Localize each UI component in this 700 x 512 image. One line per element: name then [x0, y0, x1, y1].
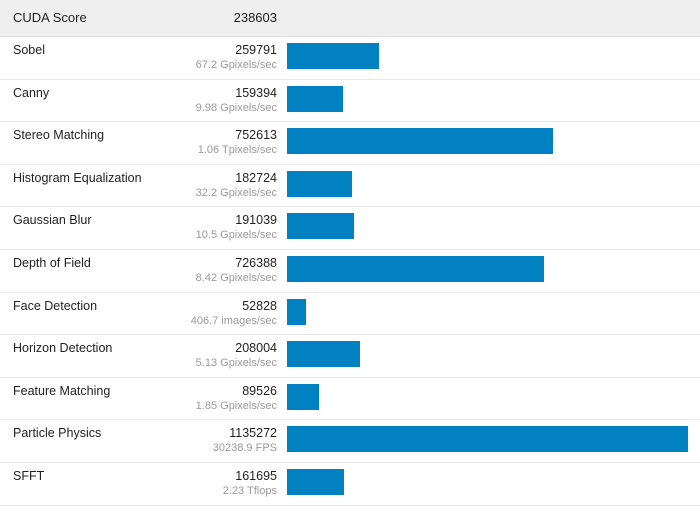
benchmark-bar [287, 85, 343, 112]
benchmark-rate: 67.2 Gpixels/sec [195, 59, 277, 71]
benchmark-row: Canny 159394 9.98 Gpixels/sec [0, 80, 700, 123]
benchmark-bar [287, 128, 553, 155]
benchmark-score: 259791 [235, 43, 277, 57]
cuda-score-header: CUDA Score 238603 [0, 0, 700, 37]
benchmark-rate: 8.42 Gpixels/sec [195, 271, 277, 284]
benchmark-row: Face Detection 52828 406.7 images/sec [0, 293, 700, 336]
benchmark-row: Horizon Detection 208004 5.13 Gpixels/sec [0, 335, 700, 378]
benchmark-bar [287, 43, 379, 69]
benchmark-row: Histogram Equalization 182724 32.2 Gpixels… [0, 165, 700, 208]
benchmark-row: Particle Physics 1135272 30238.9 FPS [0, 420, 700, 463]
benchmark-rate: 406.7 images/sec [190, 314, 277, 327]
benchmark-bar [287, 383, 319, 410]
benchmark-rate: 2.23 Tflops [222, 484, 277, 497]
benchmark-rate: 32.2 Gpixels/sec [195, 186, 277, 199]
benchmark-row: Stereo Matching 752613 1.06 Tpixels/sec [0, 122, 700, 165]
benchmark-row: Depth of Field 726388 8.42 Gpixels/sec [0, 250, 700, 293]
benchmark-rate: 30238.9 FPS [212, 442, 277, 455]
benchmark-row: Gaussian Blur 191039 10.5 Gpixels/sec [0, 207, 700, 250]
benchmark-score: 208004 [235, 341, 277, 356]
benchmark-name: Horizon Detection [13, 341, 113, 356]
benchmark-name: Histogram Equalization [13, 170, 142, 185]
benchmark-rate: 10.5 Gpixels/sec [195, 229, 277, 242]
benchmark-name: Canny [13, 85, 50, 100]
benchmark-name: Feature Matching [13, 383, 111, 398]
benchmark-row: Feature Matching 89526 1.85 Gpixels/sec [0, 378, 700, 421]
benchmark-score: 159394 [235, 85, 277, 100]
header-label: CUDA Score [13, 10, 87, 25]
benchmark-name: Depth of Field [13, 255, 91, 270]
benchmark-bar [287, 298, 306, 325]
benchmark-name: SFFT [13, 468, 45, 483]
benchmark-score: 89526 [242, 383, 277, 398]
benchmark-name: Face Detection [13, 298, 98, 313]
benchmark-name: Gaussian Blur [13, 213, 92, 228]
benchmark-bar [287, 468, 344, 495]
benchmark-rate: 1.85 Gpixels/sec [195, 399, 277, 412]
benchmark-name: Sobel [13, 43, 45, 57]
benchmark-score: 161695 [235, 468, 277, 483]
benchmark-bar [287, 213, 354, 240]
benchmark-name: Stereo Matching [13, 128, 105, 143]
benchmark-bar [287, 170, 352, 197]
benchmark-rate: 9.98 Gpixels/sec [195, 101, 277, 114]
benchmark-rate: 5.13 Gpixels/sec [195, 357, 277, 370]
benchmark-bar [287, 255, 544, 282]
benchmark-score: 752613 [235, 128, 277, 143]
benchmark-rate: 1.06 Tpixels/sec [197, 144, 277, 157]
benchmark-score: 726388 [235, 255, 277, 270]
benchmark-score: 1135272 [229, 426, 277, 441]
benchmark-score: 191039 [235, 213, 277, 228]
header-score: 238603 [233, 10, 277, 25]
benchmark-score: 52828 [242, 298, 277, 313]
benchmark-list: Sobel 259791 67.2 Gpixels/sec Canny 159394 9.… [0, 37, 700, 506]
benchmark-bar [287, 341, 360, 368]
benchmark-score: 182724 [235, 170, 277, 185]
benchmark-bar [287, 426, 688, 453]
benchmark-row: Sobel 259791 67.2 Gpixels/sec [0, 37, 700, 80]
benchmark-name: Particle Physics [13, 426, 102, 441]
benchmark-row: SFFT 161695 2.23 Tflops [0, 463, 700, 506]
